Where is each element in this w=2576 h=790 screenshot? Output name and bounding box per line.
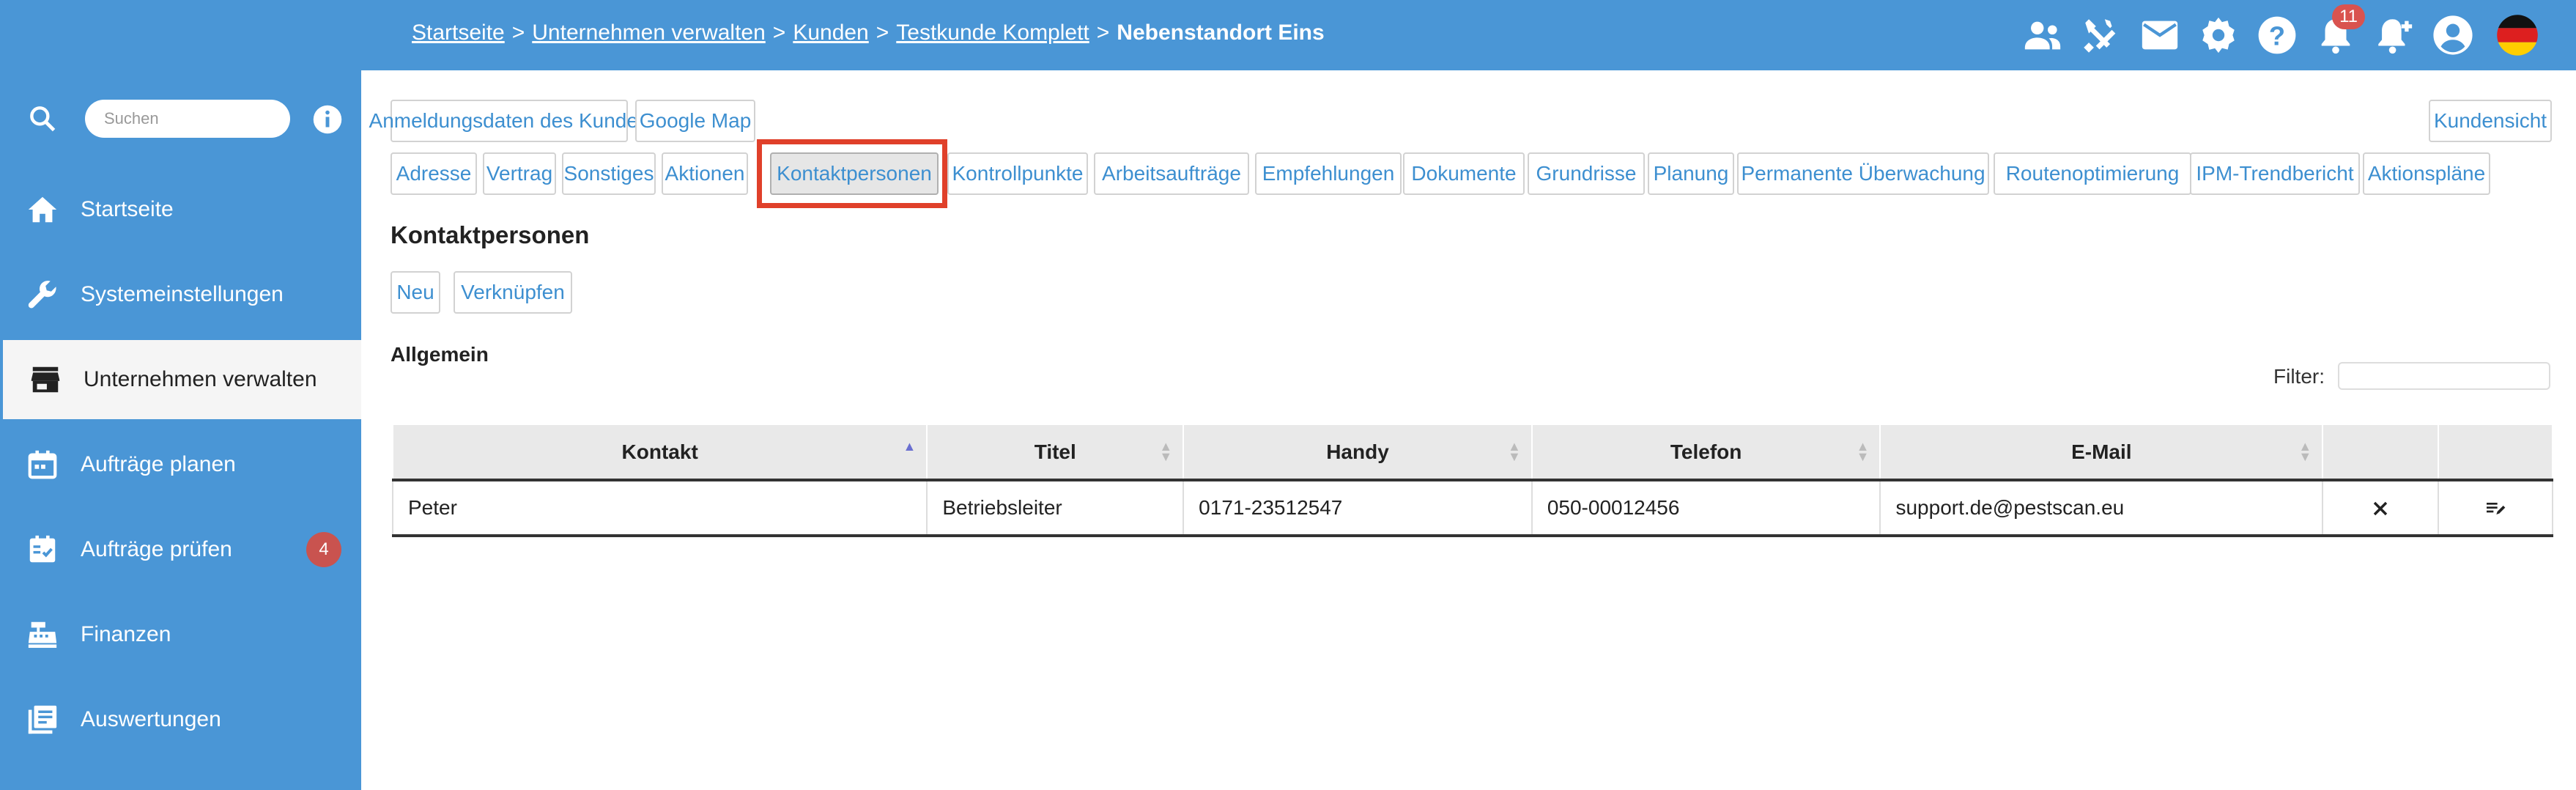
top-bar: Startseite > Unternehmen verwalten > Kunden >… [0,0,2576,70]
cell-mobile: 0171-23512547 [1182,480,1533,537]
tab-address[interactable]: Adresse [391,152,477,195]
breadcrumb: Startseite > Unternehmen verwalten > Kunden >… [412,21,1325,45]
close-icon[interactable] [2369,497,2392,520]
account-icon[interactable] [2429,12,2476,59]
cell-email: support.de@pestscan.eu [1879,480,2324,537]
sidebar-item-system-settings[interactable]: Systemeinstellungen [0,255,361,334]
help-icon[interactable]: ? [2254,12,2301,59]
sort-icon: ▲ ▼ [1856,439,1870,464]
calendar-check-icon [25,532,60,567]
svg-text:?: ? [2269,21,2285,51]
new-contact-button[interactable]: Neu [391,271,440,314]
page-title: Kontaktpersonen [391,221,590,248]
cell-edit [2438,480,2553,537]
cell-delete [2322,480,2440,537]
sidebar-item-finances[interactable]: Finanzen [0,595,361,674]
sidebar-item-label: Finanzen [81,622,171,646]
tab-permanent-monitoring[interactable]: Permanente Überwachung [1737,152,1989,195]
tab-ipm-trend-report[interactable]: IPM-Trendbericht [2190,152,2360,195]
sidebar-nav: Startseite Systemeinstellungen Unternehm… [0,170,361,765]
column-header-phone[interactable]: Telefon ▲ ▼ [1531,424,1881,481]
column-header-mobile[interactable]: Handy ▲ ▼ [1182,424,1533,481]
contacts-table: Kontakt ▲ Titel ▲ ▼ Handy ▲ ▼ Telefon ▲ ▼ E-Mai… [391,424,2553,537]
users-icon[interactable] [2019,12,2066,59]
cell-contact: Peter [391,480,928,537]
tools-icon[interactable] [2078,12,2125,59]
breadcrumb-separator: > [511,21,525,45]
edit-list-icon[interactable] [2484,497,2507,520]
column-header-delete [2322,424,2440,481]
google-map-button[interactable]: Google Map [635,100,755,142]
group-title: Allgemein [391,343,489,366]
tab-recommendations[interactable]: Empfehlungen [1255,152,1402,195]
link-contact-button[interactable]: Verknüpfen [454,271,572,314]
tab-contract[interactable]: Vertrag [483,152,556,195]
sidebar-item-label: Aufträge prüfen [81,537,232,561]
tab-highlight-frame [757,139,947,208]
column-header-email[interactable]: E-Mail ▲ ▼ [1879,424,2324,481]
tab-other[interactable]: Sonstiges [562,152,656,195]
top-icon-bar: ? 11 [2019,0,2576,70]
filter-label: Filter: [2273,365,2325,388]
search-input[interactable] [85,100,290,138]
breadcrumb-separator: > [772,21,786,45]
sidebar-item-label: Unternehmen verwalten [84,367,317,391]
breadcrumb-link-customers[interactable]: Kunden [793,21,868,45]
sidebar-item-label: Aufträge planen [81,452,236,476]
tab-actions[interactable]: Aktionen [662,152,748,195]
sidebar-item-label: Startseite [81,197,174,221]
sidebar: Startseite Systemeinstellungen Unternehm… [0,70,361,790]
sort-icon: ▲ ▼ [2298,439,2312,464]
column-header-contact[interactable]: Kontakt ▲ [391,424,928,481]
filter-input[interactable] [2338,362,2550,390]
flag-de-icon[interactable] [2494,12,2541,59]
column-header-title[interactable]: Titel ▲ ▼ [926,424,1185,481]
sidebar-item-manage-companies[interactable]: Unternehmen verwalten [3,340,361,419]
tab-floor-plans[interactable]: Grundrisse [1528,152,1645,195]
sidebar-item-home[interactable]: Startseite [0,170,361,249]
calendar-icon [25,447,60,482]
tab-work-orders[interactable]: Arbeitsaufträge [1094,152,1249,195]
tab-control-points[interactable]: Kontrollpunkte [947,152,1088,195]
bell-plus-icon[interactable] [2371,12,2418,59]
main-content: Anmeldungsdaten des Kunden Google Map Ku… [361,70,2576,790]
bell-icon[interactable]: 11 [2312,4,2365,59]
sort-asc-icon: ▲ [903,439,917,454]
info-icon[interactable] [312,104,343,135]
breadcrumb-separator: > [1096,21,1110,45]
notification-count-badge: 11 [2332,4,2365,29]
breadcrumb-link-home[interactable]: Startseite [412,21,505,45]
sidebar-item-check-orders[interactable]: Aufträge prüfen 4 [0,510,361,589]
sort-icon: ▲ ▼ [1159,439,1173,464]
tab-planning[interactable]: Planung [1648,152,1734,195]
sort-icon: ▲ ▼ [1508,439,1521,464]
cell-phone: 050-00012456 [1531,480,1881,537]
mail-icon[interactable] [2136,12,2183,59]
home-icon [25,192,60,227]
store-icon [28,362,63,397]
breadcrumb-link-companies[interactable]: Unternehmen verwalten [532,21,766,45]
gear-icon[interactable] [2195,12,2242,59]
sidebar-item-badge: 4 [306,532,341,567]
breadcrumb-link-customer[interactable]: Testkunde Komplett [896,21,1089,45]
tab-documents[interactable]: Dokumente [1403,152,1525,195]
sidebar-item-label: Systemeinstellungen [81,282,284,306]
search-icon[interactable] [26,103,59,135]
breadcrumb-current: Nebenstandort Eins [1117,21,1325,45]
report-icon [25,702,60,737]
breadcrumb-separator: > [876,21,889,45]
customer-view-button[interactable]: Kundensicht [2429,100,2552,142]
table-row: Peter Betriebsleiter 0171-23512547 050-0… [391,480,2553,537]
sidebar-item-plan-orders[interactable]: Aufträge planen [0,425,361,504]
sidebar-item-label: Auswertungen [81,707,221,731]
wrench-icon [25,277,60,312]
tab-route-optimization[interactable]: Routenoptimierung [1994,152,2191,195]
table-header-row: Kontakt ▲ Titel ▲ ▼ Handy ▲ ▼ Telefon ▲ ▼ E-Mai… [391,424,2553,481]
cell-title: Betriebsleiter [926,480,1185,537]
tab-action-plans[interactable]: Aktionspläne [2363,152,2490,195]
sidebar-item-reports[interactable]: Auswertungen [0,680,361,759]
customer-login-data-button[interactable]: Anmeldungsdaten des Kunden [369,100,649,142]
cash-register-icon [25,617,60,652]
column-header-edit [2438,424,2553,481]
